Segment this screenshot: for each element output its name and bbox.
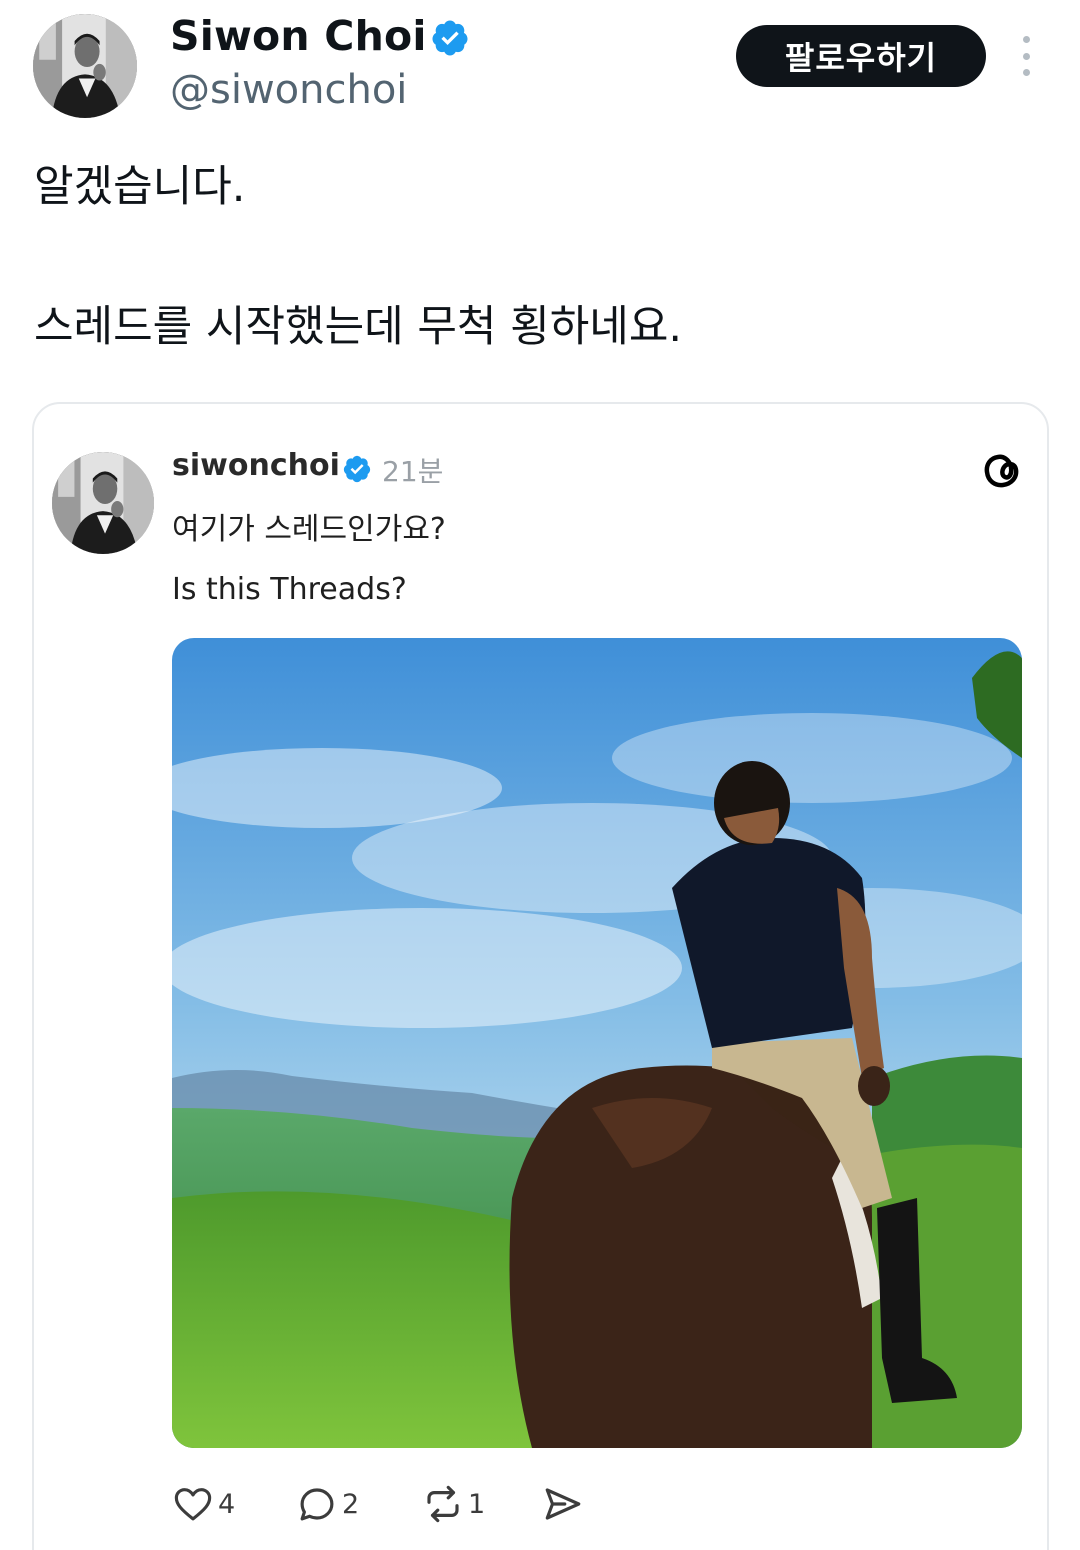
embed-author-avatar[interactable] xyxy=(52,452,154,554)
more-options-icon[interactable] xyxy=(1014,36,1038,76)
tweet-text-line: 스레드를 시작했는데 무척 횡하네요. xyxy=(34,302,683,352)
repost-count: 1 xyxy=(468,1488,486,1520)
repost-button[interactable]: 1 xyxy=(422,1482,485,1526)
embed-text-line: Is this Threads? xyxy=(172,572,407,607)
author-avatar[interactable] xyxy=(33,14,137,118)
follow-button[interactable]: 팔로우하기 xyxy=(736,25,986,87)
embed-actions: 4 2 1 xyxy=(172,1482,632,1532)
threads-icon[interactable] xyxy=(978,446,1026,494)
embed-text-line: 여기가 스레드인가요? xyxy=(172,512,446,547)
embed-timestamp: 21분 xyxy=(382,455,444,488)
tweet-text-line: 알겠습니다. xyxy=(34,162,246,212)
share-button[interactable] xyxy=(542,1482,584,1526)
send-icon xyxy=(545,1488,581,1520)
comment-icon xyxy=(300,1488,334,1521)
embed-photo[interactable] xyxy=(172,638,1022,1448)
like-button[interactable]: 4 xyxy=(172,1482,235,1526)
like-count: 4 xyxy=(218,1488,236,1520)
repost-icon xyxy=(427,1485,459,1523)
heart-icon xyxy=(174,1488,212,1521)
reply-button[interactable]: 2 xyxy=(296,1482,359,1526)
verified-badge-icon xyxy=(342,454,372,484)
author-handle[interactable]: @siwonchoi xyxy=(170,67,407,113)
reply-count: 2 xyxy=(342,1488,360,1520)
threads-embed-card[interactable]: siwonchoi 21분 여기가 스레드인가요? Is this Thread… xyxy=(32,402,1049,1550)
embed-username[interactable]: siwonchoi xyxy=(172,448,340,483)
verified-badge-icon xyxy=(430,18,470,58)
author-display-name[interactable]: Siwon Choi xyxy=(170,12,427,60)
